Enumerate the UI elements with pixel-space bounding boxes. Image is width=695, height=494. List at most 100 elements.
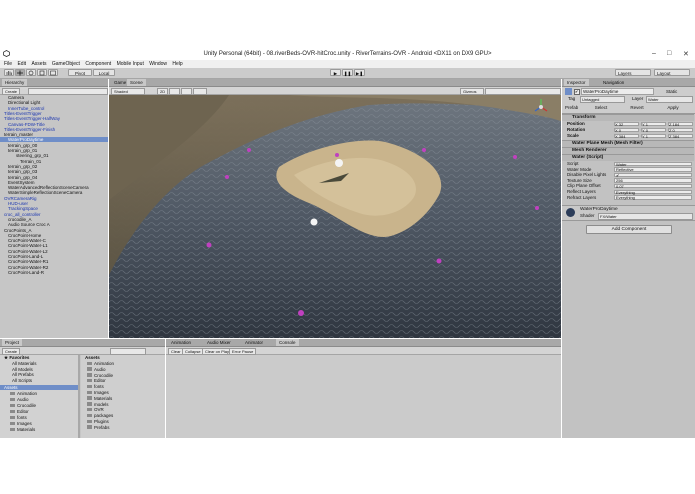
- asset-folder-item[interactable]: Editor: [0, 409, 78, 414]
- console-collapse-button[interactable]: Collapse: [182, 348, 204, 355]
- scene-search-input[interactable]: [485, 88, 561, 95]
- menu-gameobject[interactable]: GameObject: [52, 60, 80, 68]
- hierarchy-search-input[interactable]: [28, 88, 108, 95]
- asset-list-item[interactable]: Crocodile: [81, 373, 165, 378]
- minimize-button[interactable]: –: [652, 50, 656, 57]
- object-name-field[interactable]: WaterProDaytime: [581, 88, 654, 95]
- tab-hierarchy[interactable]: Hierarchy: [2, 79, 28, 86]
- lighting-toggle[interactable]: [169, 88, 180, 95]
- hierarchy-item[interactable]: Terrain_01: [0, 159, 108, 164]
- mesh-filter-header[interactable]: Water Plane Mesh (Mesh Filter): [562, 140, 694, 147]
- step-button[interactable]: ▶❚: [354, 69, 365, 76]
- shaded-dropdown[interactable]: Shaded: [111, 88, 145, 95]
- tag-dropdown[interactable]: Untagged: [580, 96, 625, 103]
- menu-edit[interactable]: Edit: [17, 60, 26, 68]
- script-property-value[interactable]: 0.07: [614, 183, 692, 189]
- effects-toggle[interactable]: [193, 88, 207, 95]
- active-checkbox[interactable]: ✔: [574, 89, 580, 95]
- asset-folder-item[interactable]: Animation: [0, 391, 78, 396]
- rotate-tool-button[interactable]: [26, 69, 36, 76]
- hierarchy-item[interactable]: terrain_grp_02: [0, 164, 108, 169]
- asset-list-item[interactable]: Animation: [81, 361, 165, 366]
- hierarchy-item[interactable]: CrocPoint-Water-R2: [0, 265, 108, 270]
- asset-list-item[interactable]: models: [81, 402, 165, 407]
- script-property-value[interactable]: Everything: [614, 189, 692, 194]
- hierarchy-item[interactable]: WaterAdvancedReflectionSceneCamera: [0, 185, 108, 190]
- project-splitter[interactable]: [78, 355, 80, 438]
- hierarchy-item[interactable]: TrackingSpace: [0, 206, 108, 211]
- rect-tool-button[interactable]: [48, 69, 58, 76]
- static-checkbox[interactable]: Static: [666, 89, 677, 94]
- menu-file[interactable]: File: [4, 60, 12, 68]
- prefab-apply-button[interactable]: Apply: [656, 105, 690, 110]
- asset-list-item[interactable]: Editor: [81, 378, 165, 383]
- hierarchy-create-button[interactable]: Create: [2, 88, 21, 95]
- hierarchy-item[interactable]: Titles-EventTrigger-HalfWay: [0, 116, 108, 121]
- transform-x-field[interactable]: X 384: [614, 133, 639, 138]
- layout-dropdown[interactable]: Layout: [654, 69, 690, 76]
- asset-folder-item[interactable]: Crocodile: [0, 403, 78, 408]
- mode-2d-toggle[interactable]: 2D: [157, 88, 169, 95]
- menu-help[interactable]: Help: [172, 60, 182, 68]
- menu-component[interactable]: Component: [85, 60, 111, 68]
- asset-list-item[interactable]: Plugins: [81, 419, 165, 424]
- hierarchy-item[interactable]: InnerTube_control: [0, 106, 108, 111]
- asset-list-item[interactable]: Images: [81, 390, 165, 395]
- play-button[interactable]: ▶: [330, 69, 341, 76]
- transform-y-field[interactable]: Y 1: [641, 133, 666, 138]
- asset-list-item[interactable]: Prefabs: [81, 425, 165, 430]
- audio-toggle[interactable]: [181, 88, 192, 95]
- prefab-revert-button[interactable]: Revert: [620, 105, 654, 110]
- tab-project[interactable]: Project: [2, 339, 23, 346]
- asset-folder-item[interactable]: Audio: [0, 397, 78, 402]
- hierarchy-item[interactable]: CrocPoint-Water-R1: [0, 259, 108, 264]
- transform-x-field[interactable]: X 0: [614, 127, 639, 132]
- hierarchy-item[interactable]: CrocPoint-Home: [0, 233, 108, 238]
- transform-header[interactable]: Transform: [562, 114, 694, 121]
- pause-button[interactable]: ❚❚: [342, 69, 353, 76]
- hierarchy-item[interactable]: CrocPoint-Land-L: [0, 254, 108, 259]
- hierarchy-item[interactable]: CrocPoint-Water-L2: [0, 249, 108, 254]
- asset-list-item[interactable]: fonts: [81, 384, 165, 389]
- asset-list-item[interactable]: Audio: [81, 367, 165, 372]
- console-error-pause-button[interactable]: Error Pause: [229, 348, 257, 355]
- transform-x-field[interactable]: X 32: [614, 121, 639, 126]
- hierarchy-item[interactable]: WaterProDaytime: [0, 137, 108, 143]
- move-tool-button[interactable]: [15, 69, 25, 76]
- close-button[interactable]: ✕: [683, 50, 689, 58]
- hierarchy-item[interactable]: CrocPoint-Water-C: [0, 238, 108, 243]
- add-component-button[interactable]: Add Component: [586, 225, 672, 234]
- asset-folder-item[interactable]: Images: [0, 421, 78, 426]
- hierarchy-item[interactable]: CrocPoint-Land-R: [0, 270, 108, 275]
- hierarchy-item[interactable]: WaterSimpleReflectionSceneCamera: [0, 190, 108, 195]
- console-clear-on-play-button[interactable]: Clear on Play: [202, 348, 233, 355]
- menu-mobile-input[interactable]: Mobile Input: [117, 60, 144, 68]
- tab-scene[interactable]: Scene: [127, 79, 146, 86]
- script-property-value[interactable]: 256: [614, 178, 692, 183]
- layers-dropdown[interactable]: Layers: [615, 69, 651, 76]
- hierarchy-item[interactable]: terrain_grp_01: [0, 148, 108, 153]
- hierarchy-item[interactable]: terrain_master: [0, 132, 108, 137]
- asset-list-item[interactable]: Materials: [81, 396, 165, 401]
- project-create-button[interactable]: Create: [2, 348, 21, 355]
- scale-tool-button[interactable]: [37, 69, 47, 76]
- layer-dropdown[interactable]: Water: [646, 96, 693, 103]
- water-script-header[interactable]: Water (Script): [562, 154, 694, 161]
- hierarchy-item[interactable]: terrain_grp_03: [0, 169, 108, 174]
- project-search-input[interactable]: [110, 348, 146, 355]
- mesh-renderer-header[interactable]: Mesh Renderer: [562, 147, 694, 154]
- script-property-value[interactable]: Reflective: [614, 167, 692, 172]
- local-toggle[interactable]: Local: [93, 69, 115, 76]
- hierarchy-item[interactable]: Titles-EventTrigger: [0, 111, 108, 116]
- script-property-value[interactable]: Water: [614, 161, 692, 166]
- transform-y-field[interactable]: Y 1: [641, 121, 666, 126]
- asset-folder-item[interactable]: Materials: [0, 427, 78, 432]
- hierarchy-item[interactable]: CrocPoint-Water-L1: [0, 243, 108, 248]
- favorite-item[interactable]: All Materials: [0, 361, 78, 366]
- script-property-value[interactable]: Everything: [614, 195, 692, 200]
- tab-console[interactable]: Console: [276, 339, 299, 346]
- hierarchy-item[interactable]: crocodile_A: [0, 217, 108, 222]
- hand-tool-button[interactable]: [4, 69, 14, 76]
- tab-inspector[interactable]: Inspector: [564, 79, 589, 86]
- tab-audio-mixer[interactable]: Audio Mixer: [204, 339, 234, 346]
